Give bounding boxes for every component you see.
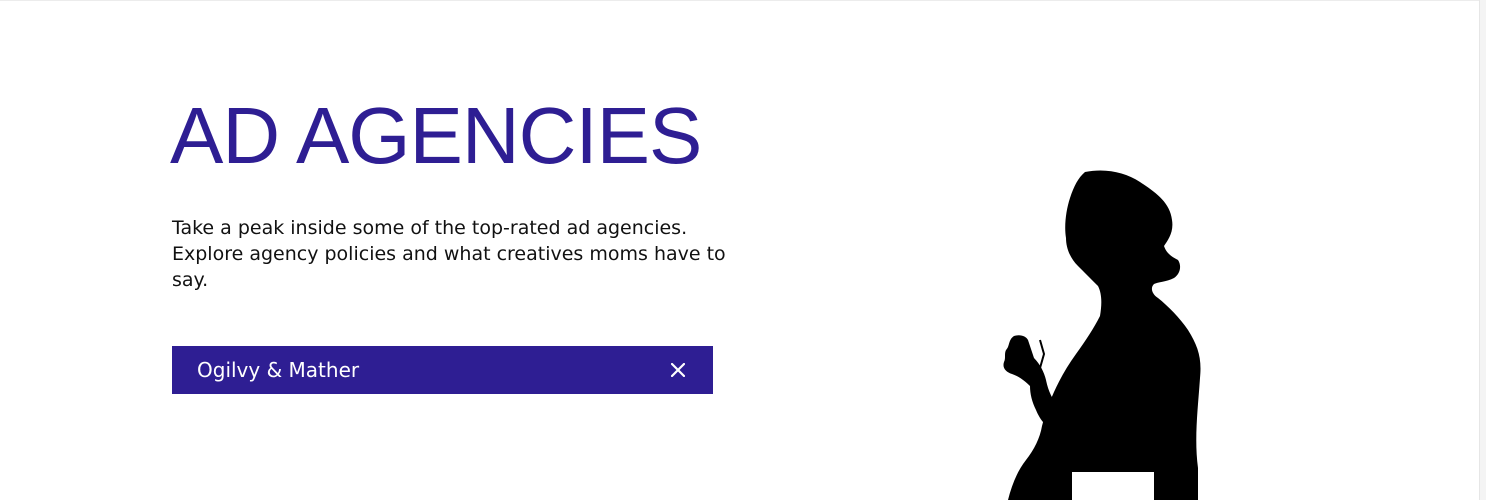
- top-divider: [0, 0, 1486, 1]
- close-icon: [671, 363, 685, 377]
- agency-filter-chip[interactable]: Ogilvy & Mather: [172, 346, 713, 394]
- page-description: Take a peak inside some of the top-rated…: [172, 217, 726, 291]
- clear-agency-button[interactable]: [667, 359, 689, 381]
- vertical-scrollbar[interactable]: [1479, 0, 1486, 500]
- page: AD AGENCIES Take a peak inside some of t…: [0, 0, 1486, 500]
- woman-with-phone-silhouette: [1003, 170, 1201, 500]
- page-title: AD AGENCIES: [170, 91, 702, 180]
- selected-agency-label: Ogilvy & Mather: [197, 358, 360, 382]
